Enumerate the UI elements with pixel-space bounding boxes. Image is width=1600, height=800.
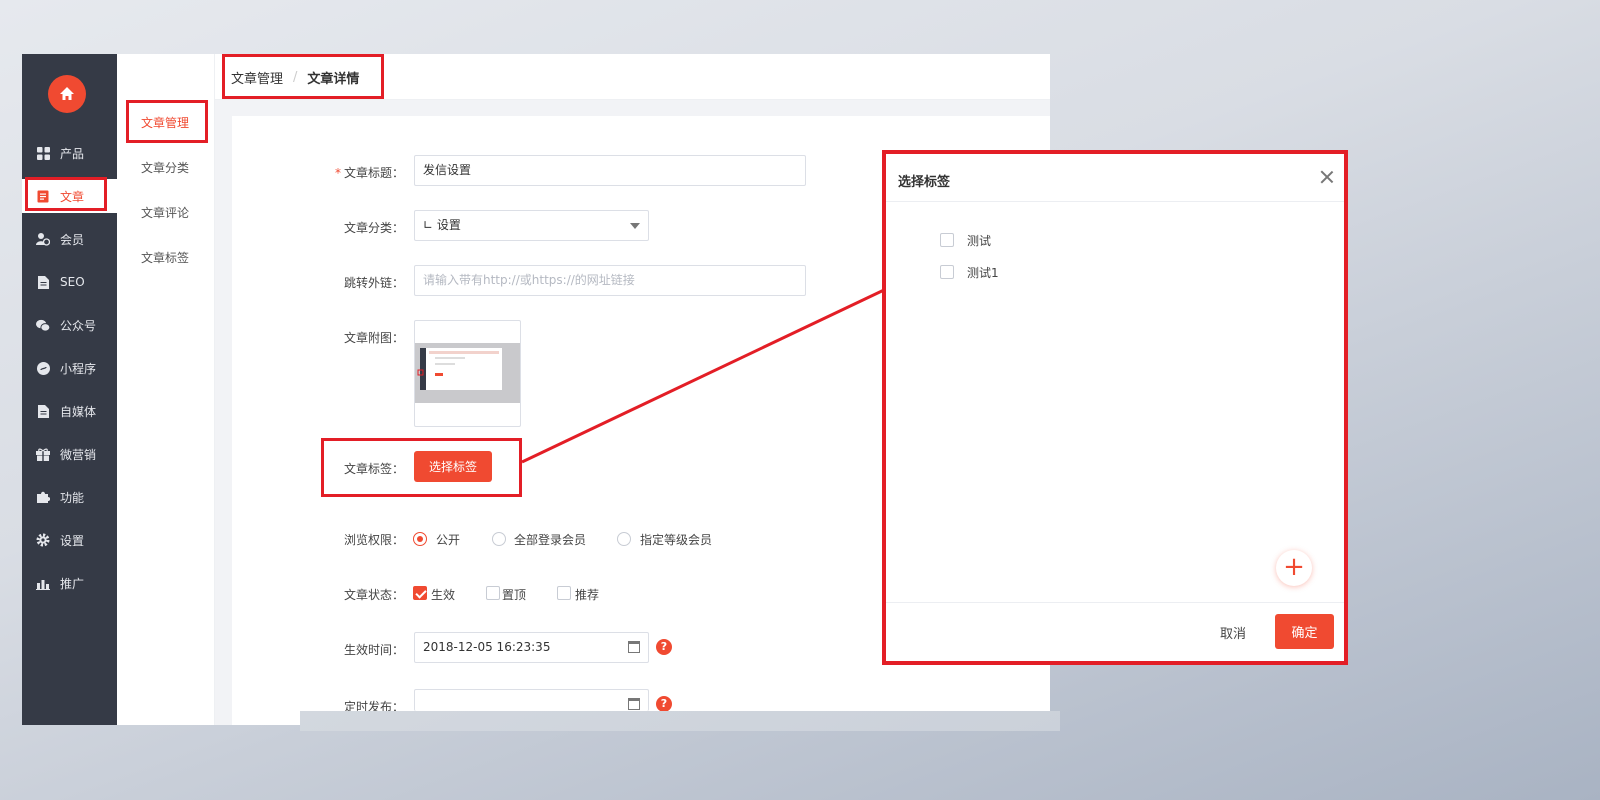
tag-label-test1: 测试1 — [967, 266, 999, 280]
annotation-connector-line — [521, 288, 885, 464]
dialog-footer: 取消 确定 — [886, 602, 1344, 661]
tag-checkbox-test[interactable] — [940, 233, 954, 247]
select-tag-dialog: 选择标签 测试 测试1 + 取消 确定 — [882, 150, 1348, 665]
close-icon[interactable] — [1318, 168, 1336, 186]
dialog-title: 选择标签 — [898, 175, 951, 190]
tag-checkbox-test1[interactable] — [940, 265, 954, 279]
add-tag-button[interactable]: + — [1276, 550, 1312, 586]
cancel-button[interactable]: 取消 — [1220, 623, 1246, 642]
tag-label-test: 测试 — [967, 234, 992, 248]
dialog-header: 选择标签 — [886, 154, 1344, 202]
confirm-button[interactable]: 确定 — [1275, 614, 1334, 649]
